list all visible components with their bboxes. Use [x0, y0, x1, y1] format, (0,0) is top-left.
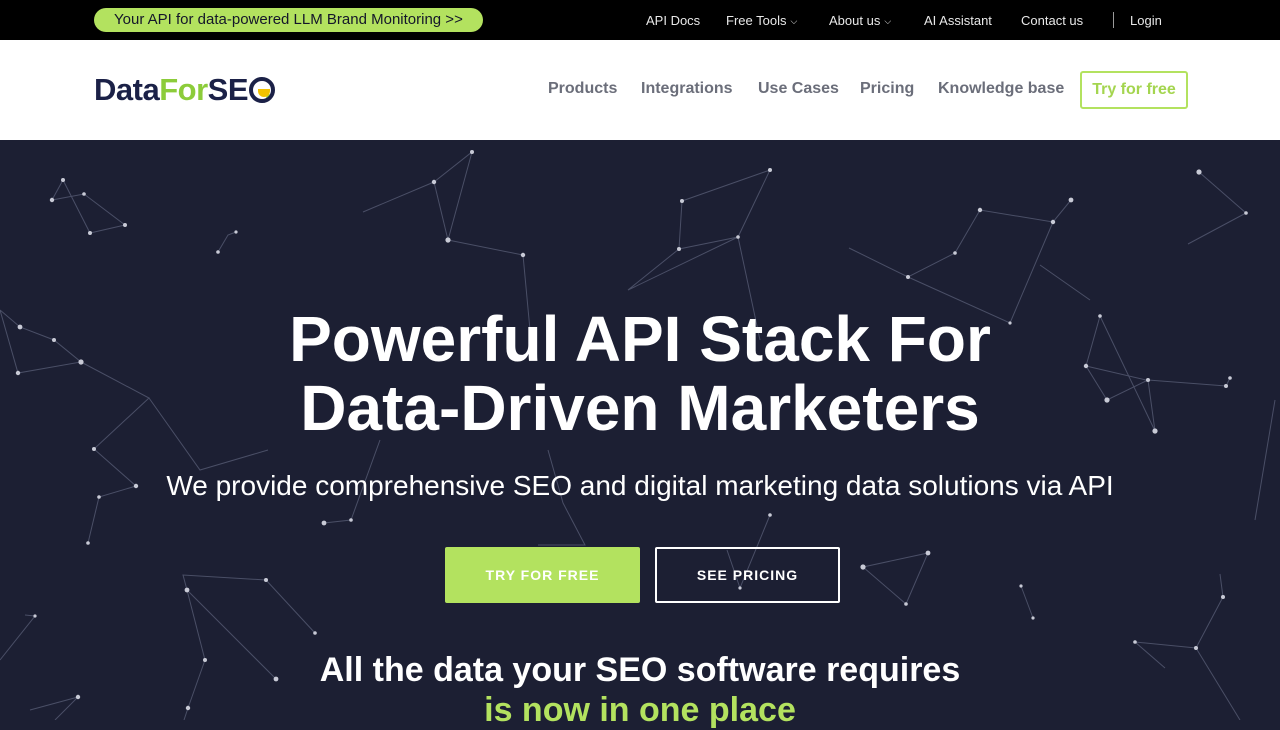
nav-use-cases[interactable]: Use Cases [758, 80, 839, 98]
hero-title-line-2: Data-Driven Marketers [300, 372, 980, 444]
site-logo[interactable]: DataForSE [94, 72, 275, 108]
promo-banner-link[interactable]: Your API for data-powered LLM Brand Moni… [94, 8, 483, 32]
login-label: Login [1130, 13, 1162, 28]
about-us-menu[interactable]: About us ⌵ [829, 13, 891, 28]
logo-text-for: For [159, 72, 208, 107]
api-docs-link[interactable]: API Docs [646, 13, 700, 28]
tagline-line-2: is now in one place [484, 691, 796, 729]
hero-title-line-1: Powerful API Stack For [289, 303, 991, 375]
about-us-label: About us [829, 13, 881, 28]
see-pricing-button[interactable]: SEE PRICING [655, 547, 840, 603]
logo-text-se: SE [207, 72, 249, 107]
chevron-down-icon: ⌵ [790, 16, 798, 26]
nav-knowledge-base[interactable]: Knowledge base [938, 80, 1064, 98]
hero-subtitle: We provide comprehensive SEO and digital… [166, 470, 1114, 501]
login-link[interactable]: Login [1130, 13, 1162, 28]
api-docs-label: API Docs [646, 13, 701, 28]
nav-products[interactable]: Products [548, 80, 617, 98]
contact-us-label: Contact us [1021, 13, 1084, 28]
contact-us-link[interactable]: Contact us [1021, 13, 1083, 28]
ai-assistant-label: AI Assistant [924, 13, 992, 28]
logo-text-data: Data [94, 72, 160, 107]
ai-assistant-link[interactable]: AI Assistant [924, 13, 992, 28]
topbar-divider [1113, 12, 1114, 28]
chevron-down-icon: ⌵ [884, 16, 892, 26]
free-tools-menu[interactable]: Free Tools ⌵ [726, 13, 797, 28]
nav-pricing[interactable]: Pricing [860, 80, 914, 98]
top-bar: Your API for data-powered LLM Brand Moni… [0, 0, 1280, 40]
free-tools-label: Free Tools [726, 13, 787, 28]
logo-mark-icon [249, 77, 275, 103]
try-for-free-header-button[interactable]: Try for free [1080, 71, 1188, 109]
hero-title: Powerful API Stack For Data-Driven Marke… [0, 305, 1280, 443]
nav-integrations[interactable]: Integrations [641, 80, 733, 98]
tagline-line-1: All the data your SEO software requires [319, 651, 961, 689]
try-for-free-button[interactable]: TRY FOR FREE [445, 547, 640, 603]
